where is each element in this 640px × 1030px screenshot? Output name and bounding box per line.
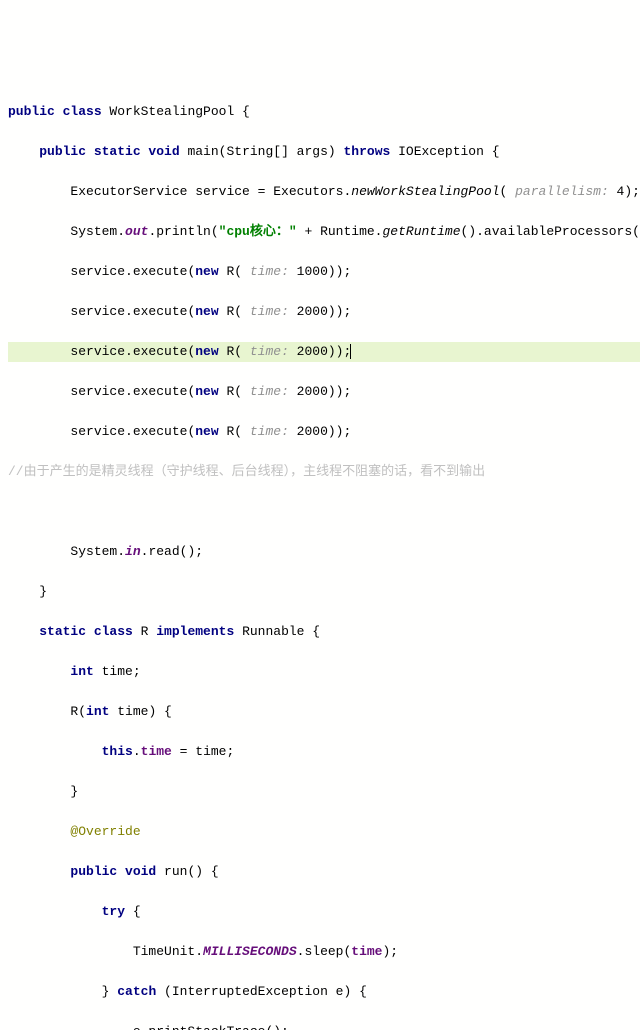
- annotation: @Override: [70, 824, 140, 839]
- comment: //由于产生的是精灵线程（守护线程、后台线程），主线程不阻塞的话，看不到输出: [8, 464, 485, 479]
- code-line: R(int time) {: [8, 702, 640, 722]
- code-line: e.printStackTrace();: [8, 1022, 640, 1030]
- code-line-active: service.execute(new R( time: 2000));: [8, 342, 640, 362]
- parameter-hint: time:: [242, 424, 297, 439]
- code-line: //由于产生的是精灵线程（守护线程、后台线程），主线程不阻塞的话，看不到输出: [8, 462, 640, 482]
- code-line: [8, 502, 640, 522]
- parameter-hint: time:: [242, 264, 297, 279]
- code-line: System.out.println("cpu核心：" + Runtime.ge…: [8, 222, 640, 242]
- code-line: }: [8, 582, 640, 602]
- code-line: public class WorkStealingPool {: [8, 102, 640, 122]
- code-line: service.execute(new R( time: 1000));: [8, 262, 640, 282]
- code-line: this.time = time;: [8, 742, 640, 762]
- code-line: int time;: [8, 662, 640, 682]
- code-line: service.execute(new R( time: 2000));: [8, 422, 640, 442]
- code-line: try {: [8, 902, 640, 922]
- parameter-hint: time:: [242, 384, 297, 399]
- code-editor[interactable]: public class WorkStealingPool { public s…: [0, 80, 640, 1030]
- code-line: System.in.read();: [8, 542, 640, 562]
- parameter-hint: time:: [242, 304, 297, 319]
- parameter-hint: parallelism:: [507, 184, 616, 199]
- code-line: } catch (InterruptedException e) {: [8, 982, 640, 1002]
- code-line: service.execute(new R( time: 2000));: [8, 382, 640, 402]
- code-line: ExecutorService service = Executors.newW…: [8, 182, 640, 202]
- code-line: @Override: [8, 822, 640, 842]
- code-line: }: [8, 782, 640, 802]
- code-line: TimeUnit.MILLISECONDS.sleep(time);: [8, 942, 640, 962]
- parameter-hint: time:: [242, 344, 297, 359]
- code-line: service.execute(new R( time: 2000));: [8, 302, 640, 322]
- code-line: static class R implements Runnable {: [8, 622, 640, 642]
- code-line: public void run() {: [8, 862, 640, 882]
- code-line: public static void main(String[] args) t…: [8, 142, 640, 162]
